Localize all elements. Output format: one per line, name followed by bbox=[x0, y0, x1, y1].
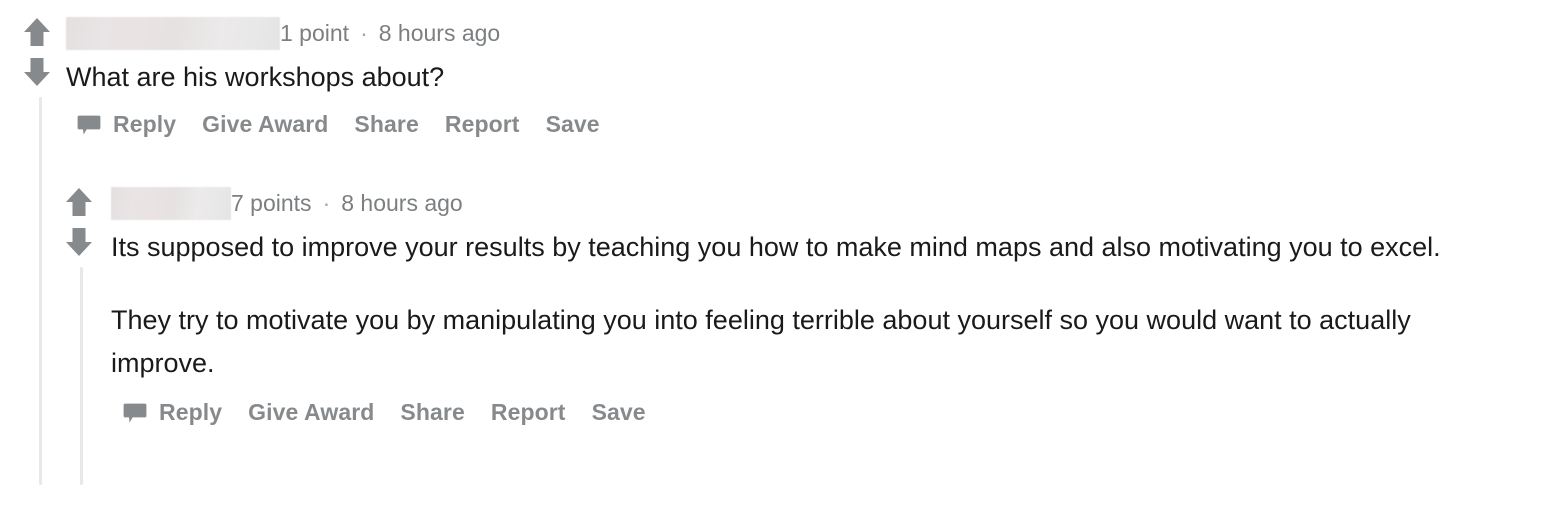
comment-thread-root: 1 point · 8 hours ago What are his works… bbox=[0, 0, 1552, 530]
comment-2-paragraph: They try to motivate you by manipulating… bbox=[111, 305, 1411, 378]
comment-1-reply-button[interactable]: Reply bbox=[113, 111, 176, 138]
comment-2-body: Its supposed to improve your results by … bbox=[111, 226, 1511, 385]
comment-1: 1 point · 8 hours ago What are his works… bbox=[66, 16, 600, 141]
comment-1-action-bar: Reply Give Award Share Report Save bbox=[77, 107, 600, 141]
comment-2-reply-button[interactable]: Reply bbox=[159, 399, 222, 426]
comment-1-timestamp: 8 hours ago bbox=[378, 20, 501, 46]
comment-1-give-award-button[interactable]: Give Award bbox=[202, 111, 328, 138]
comment-1-meta-separator: · bbox=[360, 20, 368, 46]
comment-1-report-button[interactable]: Report bbox=[445, 111, 520, 138]
comment-2-action-bar: Reply Give Award Share Report Save bbox=[123, 395, 1511, 429]
comment-1-score: 1 point bbox=[280, 20, 350, 46]
upvote-arrow-icon[interactable] bbox=[64, 186, 94, 218]
comment-1-meta: 1 point · 8 hours ago bbox=[66, 16, 600, 50]
thread-line-depth-1[interactable] bbox=[39, 97, 42, 485]
comment-2-meta-separator: · bbox=[322, 190, 331, 216]
comment-2: 7 points · 8 hours ago Its supposed to i… bbox=[111, 186, 1511, 429]
comment-2-username-redacted[interactable] bbox=[111, 186, 231, 220]
comment-2-timestamp: 8 hours ago bbox=[341, 190, 463, 216]
comment-2-score: 7 points bbox=[231, 190, 312, 216]
comment-1-body: What are his workshops about? bbox=[66, 56, 600, 99]
comment-1-paragraph: What are his workshops about? bbox=[66, 62, 445, 92]
upvote-arrow-icon[interactable] bbox=[22, 16, 52, 48]
comment-2-report-button[interactable]: Report bbox=[491, 399, 566, 426]
vote-column-comment-1 bbox=[22, 16, 56, 88]
downvote-arrow-icon[interactable] bbox=[64, 226, 94, 258]
comment-1-username-redacted[interactable] bbox=[66, 16, 280, 50]
comment-2-give-award-button[interactable]: Give Award bbox=[248, 399, 374, 426]
vote-gap bbox=[64, 218, 98, 226]
comment-2-share-button[interactable]: Share bbox=[400, 399, 464, 426]
vote-column-comment-2 bbox=[64, 186, 98, 258]
vote-gap bbox=[22, 48, 56, 56]
comment-2-save-button[interactable]: Save bbox=[592, 399, 646, 426]
speech-bubble-icon[interactable] bbox=[77, 113, 101, 137]
comment-2-paragraph: Its supposed to improve your results by … bbox=[111, 232, 1441, 262]
speech-bubble-icon[interactable] bbox=[123, 401, 147, 425]
downvote-arrow-icon[interactable] bbox=[22, 56, 52, 88]
thread-line-depth-2[interactable] bbox=[80, 267, 83, 485]
comment-2-meta: 7 points · 8 hours ago bbox=[111, 186, 1511, 220]
comment-1-share-button[interactable]: Share bbox=[354, 111, 418, 138]
comment-1-save-button[interactable]: Save bbox=[546, 111, 600, 138]
